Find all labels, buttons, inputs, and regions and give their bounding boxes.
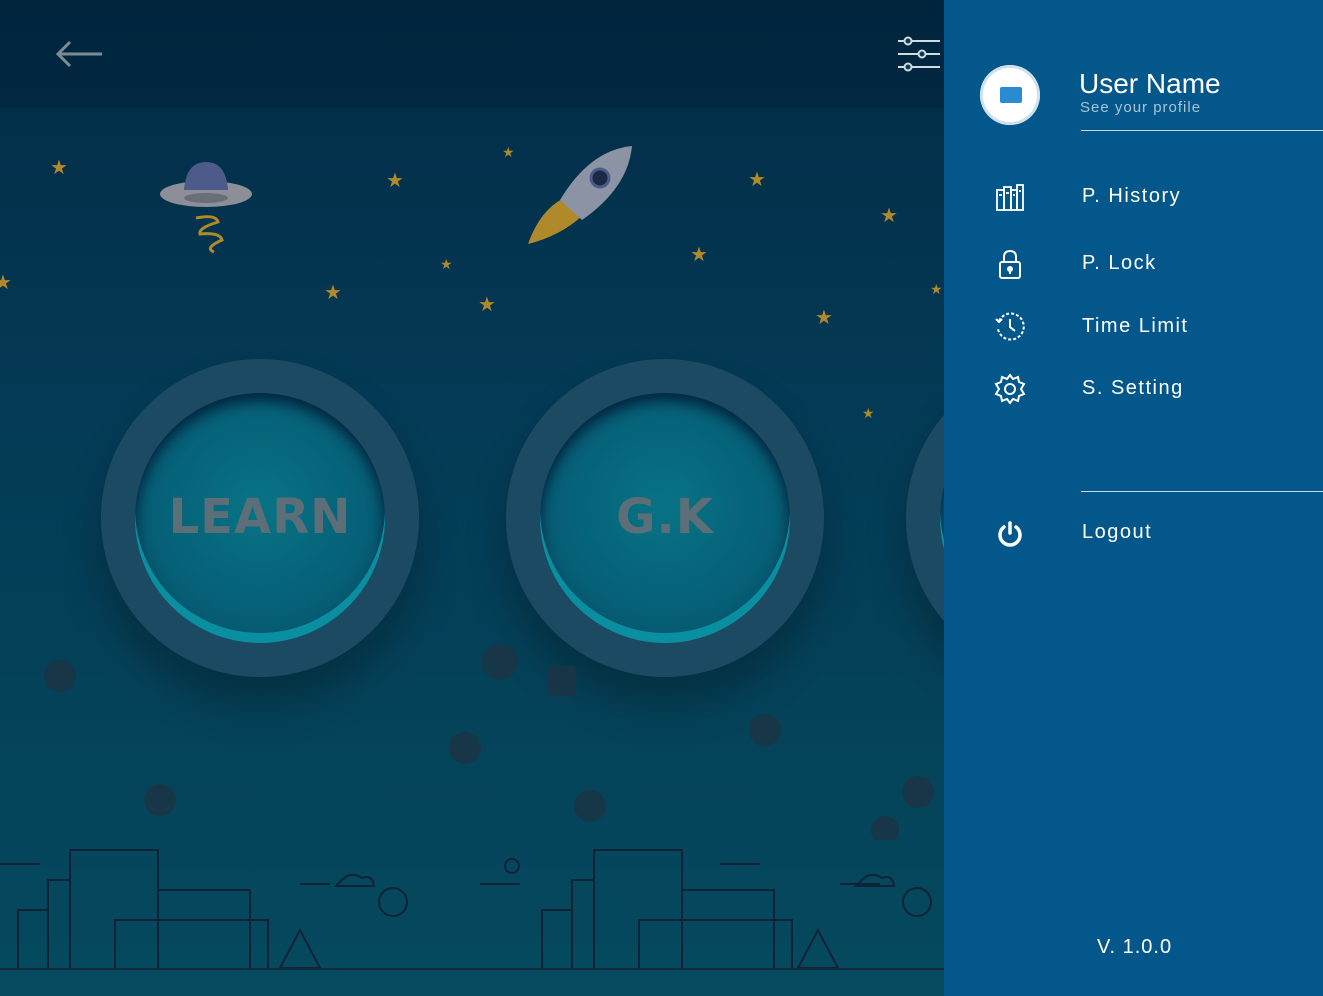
logout-label: Logout [1082,521,1153,543]
star-icon: ★ [478,292,496,316]
city-skyline-illustration [0,849,932,969]
menu-label: Time Limit [1082,315,1189,337]
top-bar [0,0,944,108]
divider [1081,130,1323,131]
star-icon: ★ [0,270,12,294]
divider [1081,491,1323,492]
image-placeholder-icon [1000,87,1022,103]
menu-label: P. Lock [1082,252,1157,274]
user-name[interactable]: User Name [1079,68,1221,100]
star-icon: ★ [748,167,766,191]
logout-button[interactable]: Logout [944,508,1323,558]
lock-icon [999,249,1021,279]
main-area: ★ ★ ★ ★ ★ ★ ★ ★ ★ ★ ★ ★ ★ ★ ★ ★ LEARN G.… [0,0,944,996]
gear-icon [994,373,1026,405]
filter-sliders-icon[interactable] [894,34,942,74]
star-icon: ★ [815,305,833,329]
star-icon: ★ [386,168,404,192]
menu-label: S. Setting [1082,377,1184,399]
star-icon: ★ [440,257,453,273]
avatar[interactable] [980,65,1040,125]
menu-item-time-limit[interactable]: Time Limit [944,302,1323,352]
floating-letters-decoration [44,644,934,840]
menu-item-s-setting[interactable]: S. Setting [944,364,1323,414]
menu-item-p-lock[interactable]: P. Lock [944,239,1323,289]
gk-button-label: G.K [616,489,714,545]
books-icon [996,184,1024,211]
side-drawer: User Name See your profile P. History P.… [944,0,1323,996]
ufo-icon [160,162,252,254]
menu-label: P. History [1082,185,1182,207]
star-icon: ★ [690,242,708,266]
star-icon: ★ [862,406,875,422]
menu-item-p-history[interactable]: P. History [944,172,1323,222]
power-icon [998,521,1022,547]
version-label: V. 1.0.0 [1097,936,1173,958]
star-icon: ★ [880,203,898,227]
star-icon: ★ [50,155,68,179]
clock-icon [995,312,1025,341]
back-arrow-icon[interactable] [52,34,106,74]
see-profile-link[interactable]: See your profile [1080,99,1201,116]
rocket-icon [528,146,632,244]
learn-button-label: LEARN [168,489,352,545]
star-icon: ★ [324,280,342,304]
star-icon: ★ [930,282,943,298]
star-icon: ★ [502,145,515,161]
ground-line [0,968,944,970]
